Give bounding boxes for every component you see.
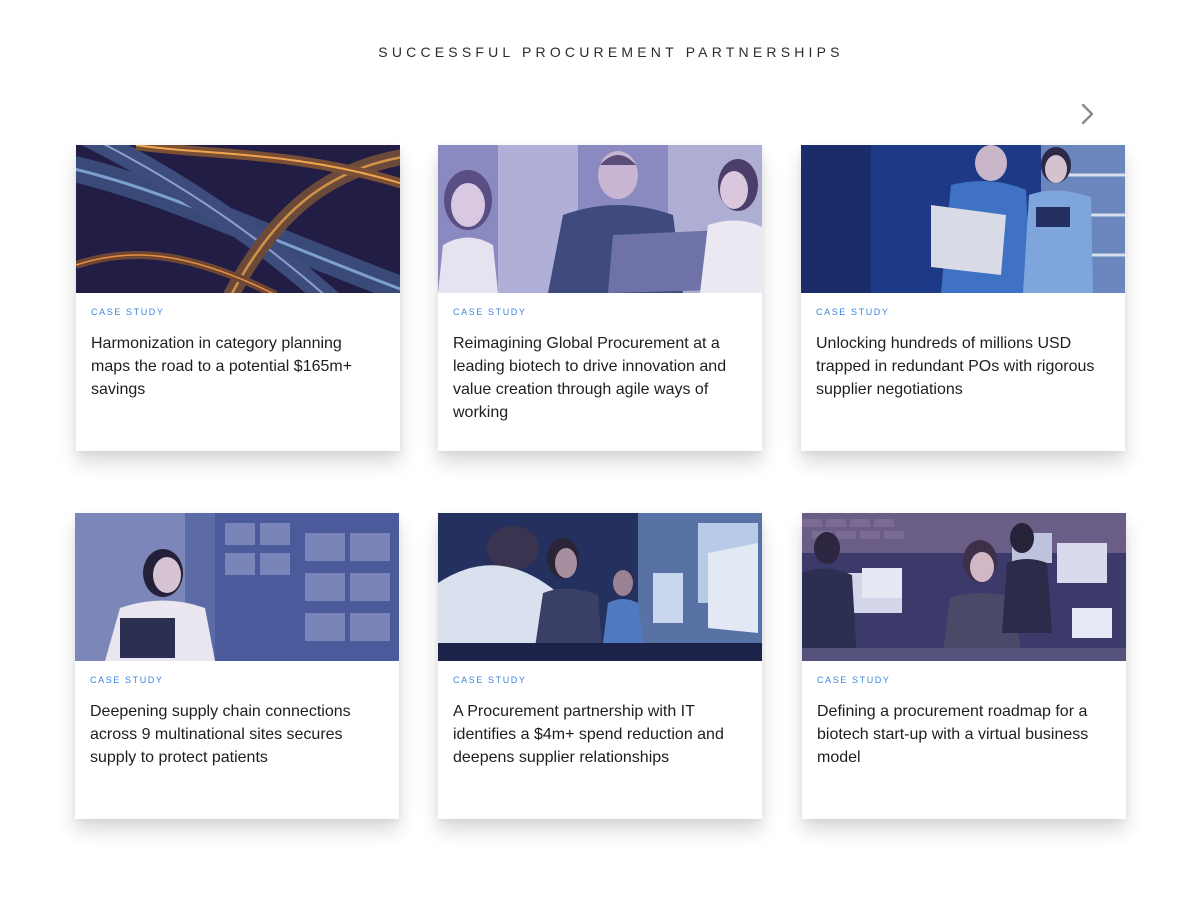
card-title: Deepening supply chain connections acros…: [90, 703, 351, 766]
section-title: SUCCESSFUL PROCUREMENT PARTNERSHIPS: [378, 44, 844, 60]
card-image-open-office: [802, 513, 1126, 661]
page: SUCCESSFUL PROCUREMENT PARTNERSHIPS CASE…: [0, 0, 1200, 900]
carousel-next-button[interactable]: [1074, 100, 1100, 128]
card-image-woman-tablet: [75, 513, 399, 661]
case-study-label: CASE STUDY: [816, 307, 890, 317]
case-study-card-1[interactable]: CASE STUDY Harmonization in category pla…: [76, 145, 400, 451]
card-title: Unlocking hundreds of millions USD trapp…: [816, 335, 1095, 398]
card-title: Defining a procurement roadmap for a bio…: [817, 703, 1089, 766]
case-study-label: CASE STUDY: [817, 675, 891, 685]
card-image-team-computers: [438, 513, 762, 661]
chevron-right-icon: [1081, 103, 1094, 125]
card-title: Reimagining Global Procurement at a lead…: [453, 335, 727, 421]
case-study-label: CASE STUDY: [453, 675, 527, 685]
card-title: A Procurement partnership with IT identi…: [453, 703, 724, 766]
case-study-label: CASE STUDY: [90, 675, 164, 685]
card-image-warehouse-workers: [801, 145, 1125, 293]
case-study-card-5[interactable]: CASE STUDY A Procurement partnership wit…: [438, 513, 762, 819]
case-study-card-2[interactable]: CASE STUDY Reimagining Global Procuremen…: [438, 145, 762, 451]
case-study-card-3[interactable]: CASE STUDY Unlocking hundreds of million…: [801, 145, 1125, 451]
case-study-card-6[interactable]: CASE STUDY Defining a procurement roadma…: [802, 513, 1126, 819]
case-study-label: CASE STUDY: [91, 307, 165, 317]
case-study-label: CASE STUDY: [453, 307, 527, 317]
card-image-highway: [76, 145, 400, 293]
case-study-card-4[interactable]: CASE STUDY Deepening supply chain connec…: [75, 513, 399, 819]
card-image-colleagues: [438, 145, 762, 293]
card-title: Harmonization in category planning maps …: [91, 335, 353, 398]
